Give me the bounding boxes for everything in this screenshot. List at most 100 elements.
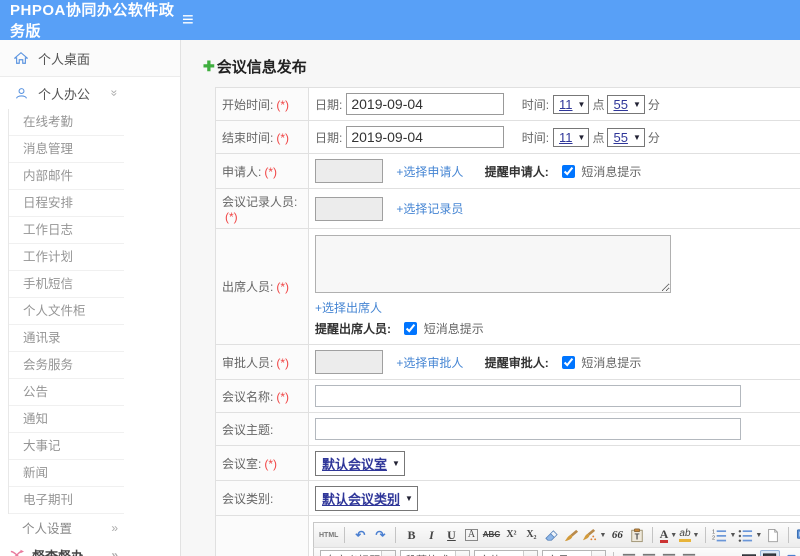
app-window: PHPOA协同办公软件政务版 ≡ 个人桌面 个人办公 » 在线考勤 消息管理 内部邮… [0,0,800,556]
chevron-down-icon: » [107,89,122,97]
paragraph-format-select[interactable]: 段落格式▼ [400,550,470,556]
field-label: 申请人: [222,164,262,179]
toolbar-select-label: 字号 [543,552,591,556]
sidebar-item[interactable]: 个人文件柜 [9,298,124,325]
sidebar-sub-list: 在线考勤 消息管理 内部邮件 日程安排 工作日志 工作计划 手机短信 个人文件柜 通讯录 会务服务… [8,109,180,514]
sidebar-item[interactable]: 工作日志 [9,217,124,244]
sidebar-item-office[interactable]: 个人办公 » [0,77,180,109]
italic-button[interactable]: I [422,526,440,545]
undo-icon[interactable]: ↶ [351,526,369,545]
new-page-icon[interactable] [764,526,782,545]
sms-checkbox[interactable] [562,164,576,178]
font-border-button[interactable]: A [462,526,480,545]
chevron-down-icon: ▼ [692,531,700,539]
meeting-room-select[interactable]: 默认会议室 ▼ [315,450,405,476]
underline-button[interactable]: U [442,526,460,545]
start-date-input[interactable] [346,93,505,115]
sms-option: 短消息提示 [400,322,484,336]
end-date-input[interactable] [346,126,505,148]
custom-title-select[interactable]: 自定义标题▼ [320,550,396,556]
start-hour-select[interactable]: 11 ▼ [553,95,590,114]
auto-typeset-icon[interactable]: ▼ [582,526,606,545]
insert-image-icon[interactable] [740,551,758,556]
meeting-category-select[interactable]: 默认会议类别 ▼ [315,485,418,511]
pick-approver-link[interactable]: +选择审批人 [396,356,463,370]
pick-recorder-link[interactable]: +选择记录员 [396,202,463,216]
end-minute-select[interactable]: 55 ▼ [607,128,645,147]
sidebar-item[interactable]: 消息管理 [9,136,124,163]
upload-image-icon[interactable] [760,549,780,556]
attendees-textarea[interactable] [315,235,671,293]
eraser-icon[interactable] [542,526,560,545]
ordered-list-icon[interactable]: 1 2 ▼ [712,526,736,545]
align-center-icon[interactable] [640,551,658,556]
format-brush-icon[interactable] [562,526,580,545]
sidebar-item[interactable]: 通知 [9,406,124,433]
menu-toggle-icon[interactable]: ≡ [182,10,194,30]
highlight-button[interactable]: ab ▼ [679,526,699,545]
superscript-button[interactable]: X² [502,526,520,545]
font-family-select[interactable]: 字体▼ [474,550,538,556]
sidebar-item[interactable]: 日程安排 [9,190,124,217]
unlink-icon[interactable] [720,551,738,556]
sidebar-item-supervise[interactable]: 督查督办 » [0,541,180,556]
font-size-select[interactable]: 字号▼ [542,550,606,556]
strikethrough-button[interactable]: ABC [482,526,500,545]
paste-icon[interactable]: T [628,526,646,545]
fullscreen-icon[interactable] [795,526,800,545]
date-label: 日期: [315,98,343,112]
chevron-down-icon: ▼ [381,551,395,556]
sidebar-item[interactable]: 手机短信 [9,271,124,298]
sms-checkbox[interactable] [404,322,418,335]
sidebar-item[interactable]: 通讯录 [9,325,124,352]
form-row-applicant: 申请人: (*) +选择申请人 提醒申请人: 短消息提示 [215,153,800,189]
toolbar-separator [652,527,654,543]
pick-attendees-link[interactable]: +选择出席人 [315,301,382,315]
sidebar-item-desktop[interactable]: 个人桌面 [0,40,180,77]
bold-button[interactable]: B [402,526,420,545]
required-mark: (*) [276,389,290,404]
sms-checkbox[interactable] [562,355,576,369]
field-label: 会议室: [222,456,262,471]
field-label: 出席人员: [222,280,274,294]
approver-input[interactable] [315,350,383,374]
unordered-list-icon[interactable]: ▼ [738,526,762,545]
app-title: PHPOA协同办公软件政务版 [10,2,175,40]
svg-text:2: 2 [712,535,715,541]
html-source-button[interactable]: HTML [319,526,338,545]
sidebar-item-settings[interactable]: 个人设置 » [0,514,180,541]
sidebar-item[interactable]: 工作计划 [9,244,124,271]
align-right-icon[interactable] [660,551,678,556]
sidebar-item[interactable]: 新闻 [9,460,124,487]
end-hour-select[interactable]: 11 ▼ [553,128,590,147]
subscript-button[interactable]: X₂ [522,526,540,545]
sidebar-item[interactable]: 大事记 [9,433,124,460]
page-title: ✚ 会议信息发布 [203,56,800,77]
chevron-down-icon: ▼ [755,531,763,539]
form-row-meeting-name: 会议名称: (*) [215,379,800,413]
sidebar-item-label: 个人桌面 [38,51,91,67]
sidebar-item[interactable]: 公告 [9,379,124,406]
blockquote-icon[interactable]: 66 [608,526,626,545]
applicant-input[interactable] [315,159,383,183]
align-justify-icon[interactable] [680,551,698,556]
font-color-button[interactable]: A ▼ [659,526,677,545]
sidebar-item[interactable]: 会务服务 [9,352,124,379]
chevron-down-icon: ▼ [455,551,469,556]
insert-video-icon[interactable] [782,551,800,556]
field-label: 审批人员: [222,355,274,370]
sidebar-item[interactable]: 电子期刊 [9,487,124,514]
form-row-start-time: 开始时间:(*) 日期: 时间:11▼点55▼分 [215,87,800,121]
link-icon[interactable] [700,551,718,556]
recorder-input[interactable] [315,196,383,221]
sidebar-item[interactable]: 在线考勤 [9,109,124,136]
sidebar-item[interactable]: 内部邮件 [9,163,124,190]
pick-applicant-link[interactable]: +选择申请人 [396,165,463,179]
meeting-subject-input[interactable] [315,418,741,440]
sms-label: 短消息提示 [423,322,484,336]
start-minute-select[interactable]: 55 ▼ [607,95,645,114]
meeting-name-input[interactable] [315,385,741,407]
align-left-icon[interactable] [620,551,638,556]
form-row-approver: 审批人员: (*) +选择审批人 提醒审批人: 短消息提示 [215,344,800,380]
redo-icon[interactable]: ↷ [371,526,389,545]
